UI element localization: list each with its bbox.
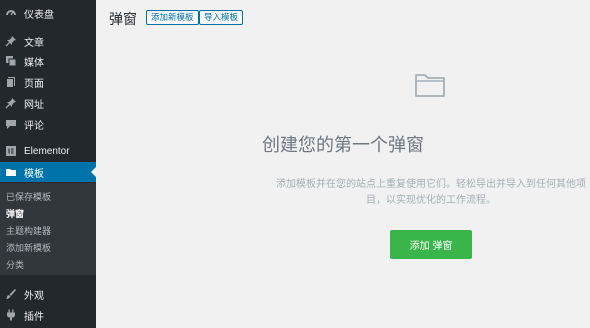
menu-item-media[interactable]: 媒体 bbox=[0, 51, 96, 71]
folder-icon bbox=[413, 70, 447, 100]
comment-icon bbox=[0, 118, 22, 130]
add-popup-button[interactable]: 添加 弹窗 bbox=[390, 230, 472, 259]
empty-state-title: 创建您的第一个弹窗 bbox=[262, 135, 424, 155]
media-icon bbox=[0, 55, 22, 67]
menu-item-pages[interactable]: 页面 bbox=[0, 72, 96, 92]
menu-item-elementor[interactable]: Elementor bbox=[0, 141, 96, 161]
templates-submenu: 已保存模板 弹窗 主题构建器 添加新模板 分类 bbox=[0, 183, 96, 275]
pages-icon bbox=[0, 76, 22, 88]
menu-item-appearance[interactable]: 外观 bbox=[0, 284, 96, 304]
menu-item-comments[interactable]: 评论 bbox=[0, 114, 96, 134]
plugin-icon bbox=[0, 309, 22, 321]
add-new-template-button[interactable]: 添加新模板 bbox=[146, 10, 199, 25]
import-template-button[interactable]: 导入模板 bbox=[199, 10, 244, 25]
admin-sidebar: 仪表盘 文章 媒体 页面 网址 评论 Elementor 模板 已保存模板 弹窗… bbox=[0, 0, 96, 328]
menu-item-posts[interactable]: 文章 bbox=[0, 31, 96, 51]
menu-item-links[interactable]: 网址 bbox=[0, 93, 96, 113]
pin-icon bbox=[0, 35, 22, 47]
folder-icon bbox=[0, 166, 22, 178]
empty-state-description: 添加模板并在您的站点上重复使用它们。轻松导出并导入到任何其他项目，以实现优化的工… bbox=[276, 179, 586, 206]
pin-icon bbox=[0, 97, 22, 109]
menu-item-plugins[interactable]: 插件 bbox=[0, 305, 96, 325]
menu-item-templates[interactable]: 模板 bbox=[0, 162, 96, 182]
page-title: 弹窗 bbox=[109, 11, 137, 27]
dashboard-icon bbox=[0, 7, 22, 19]
brush-icon bbox=[0, 288, 22, 300]
submenu-saved-templates[interactable]: 已保存模板 bbox=[6, 190, 51, 203]
elementor-icon bbox=[0, 145, 22, 157]
submenu-popups[interactable]: 弹窗 bbox=[6, 207, 24, 220]
submenu-categories[interactable]: 分类 bbox=[6, 258, 24, 271]
submenu-add-new-template[interactable]: 添加新模板 bbox=[6, 241, 51, 254]
menu-item-dashboard[interactable]: 仪表盘 bbox=[0, 3, 96, 23]
submenu-theme-builder[interactable]: 主题构建器 bbox=[6, 224, 51, 237]
